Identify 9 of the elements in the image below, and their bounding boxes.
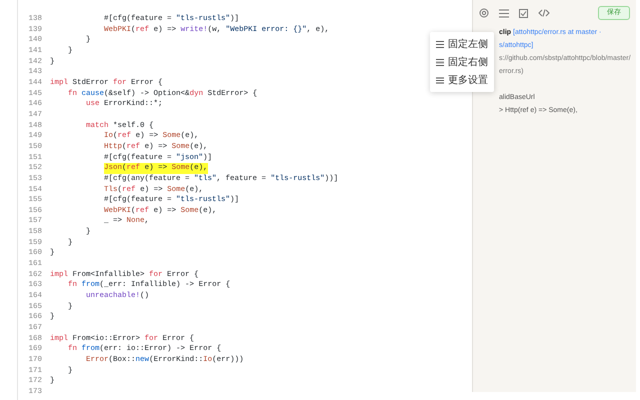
- align-lines-icon: [436, 58, 444, 66]
- checkbox-icon[interactable]: [519, 8, 528, 18]
- menu-item[interactable]: 更多设置: [430, 71, 494, 89]
- list-icon[interactable]: [499, 8, 509, 18]
- code-icon[interactable]: [538, 9, 550, 17]
- gear-icon[interactable]: [479, 8, 489, 18]
- menu-item[interactable]: 固定左侧: [430, 35, 494, 53]
- align-lines-icon: [436, 40, 444, 48]
- menu-item[interactable]: 固定右侧: [430, 53, 494, 71]
